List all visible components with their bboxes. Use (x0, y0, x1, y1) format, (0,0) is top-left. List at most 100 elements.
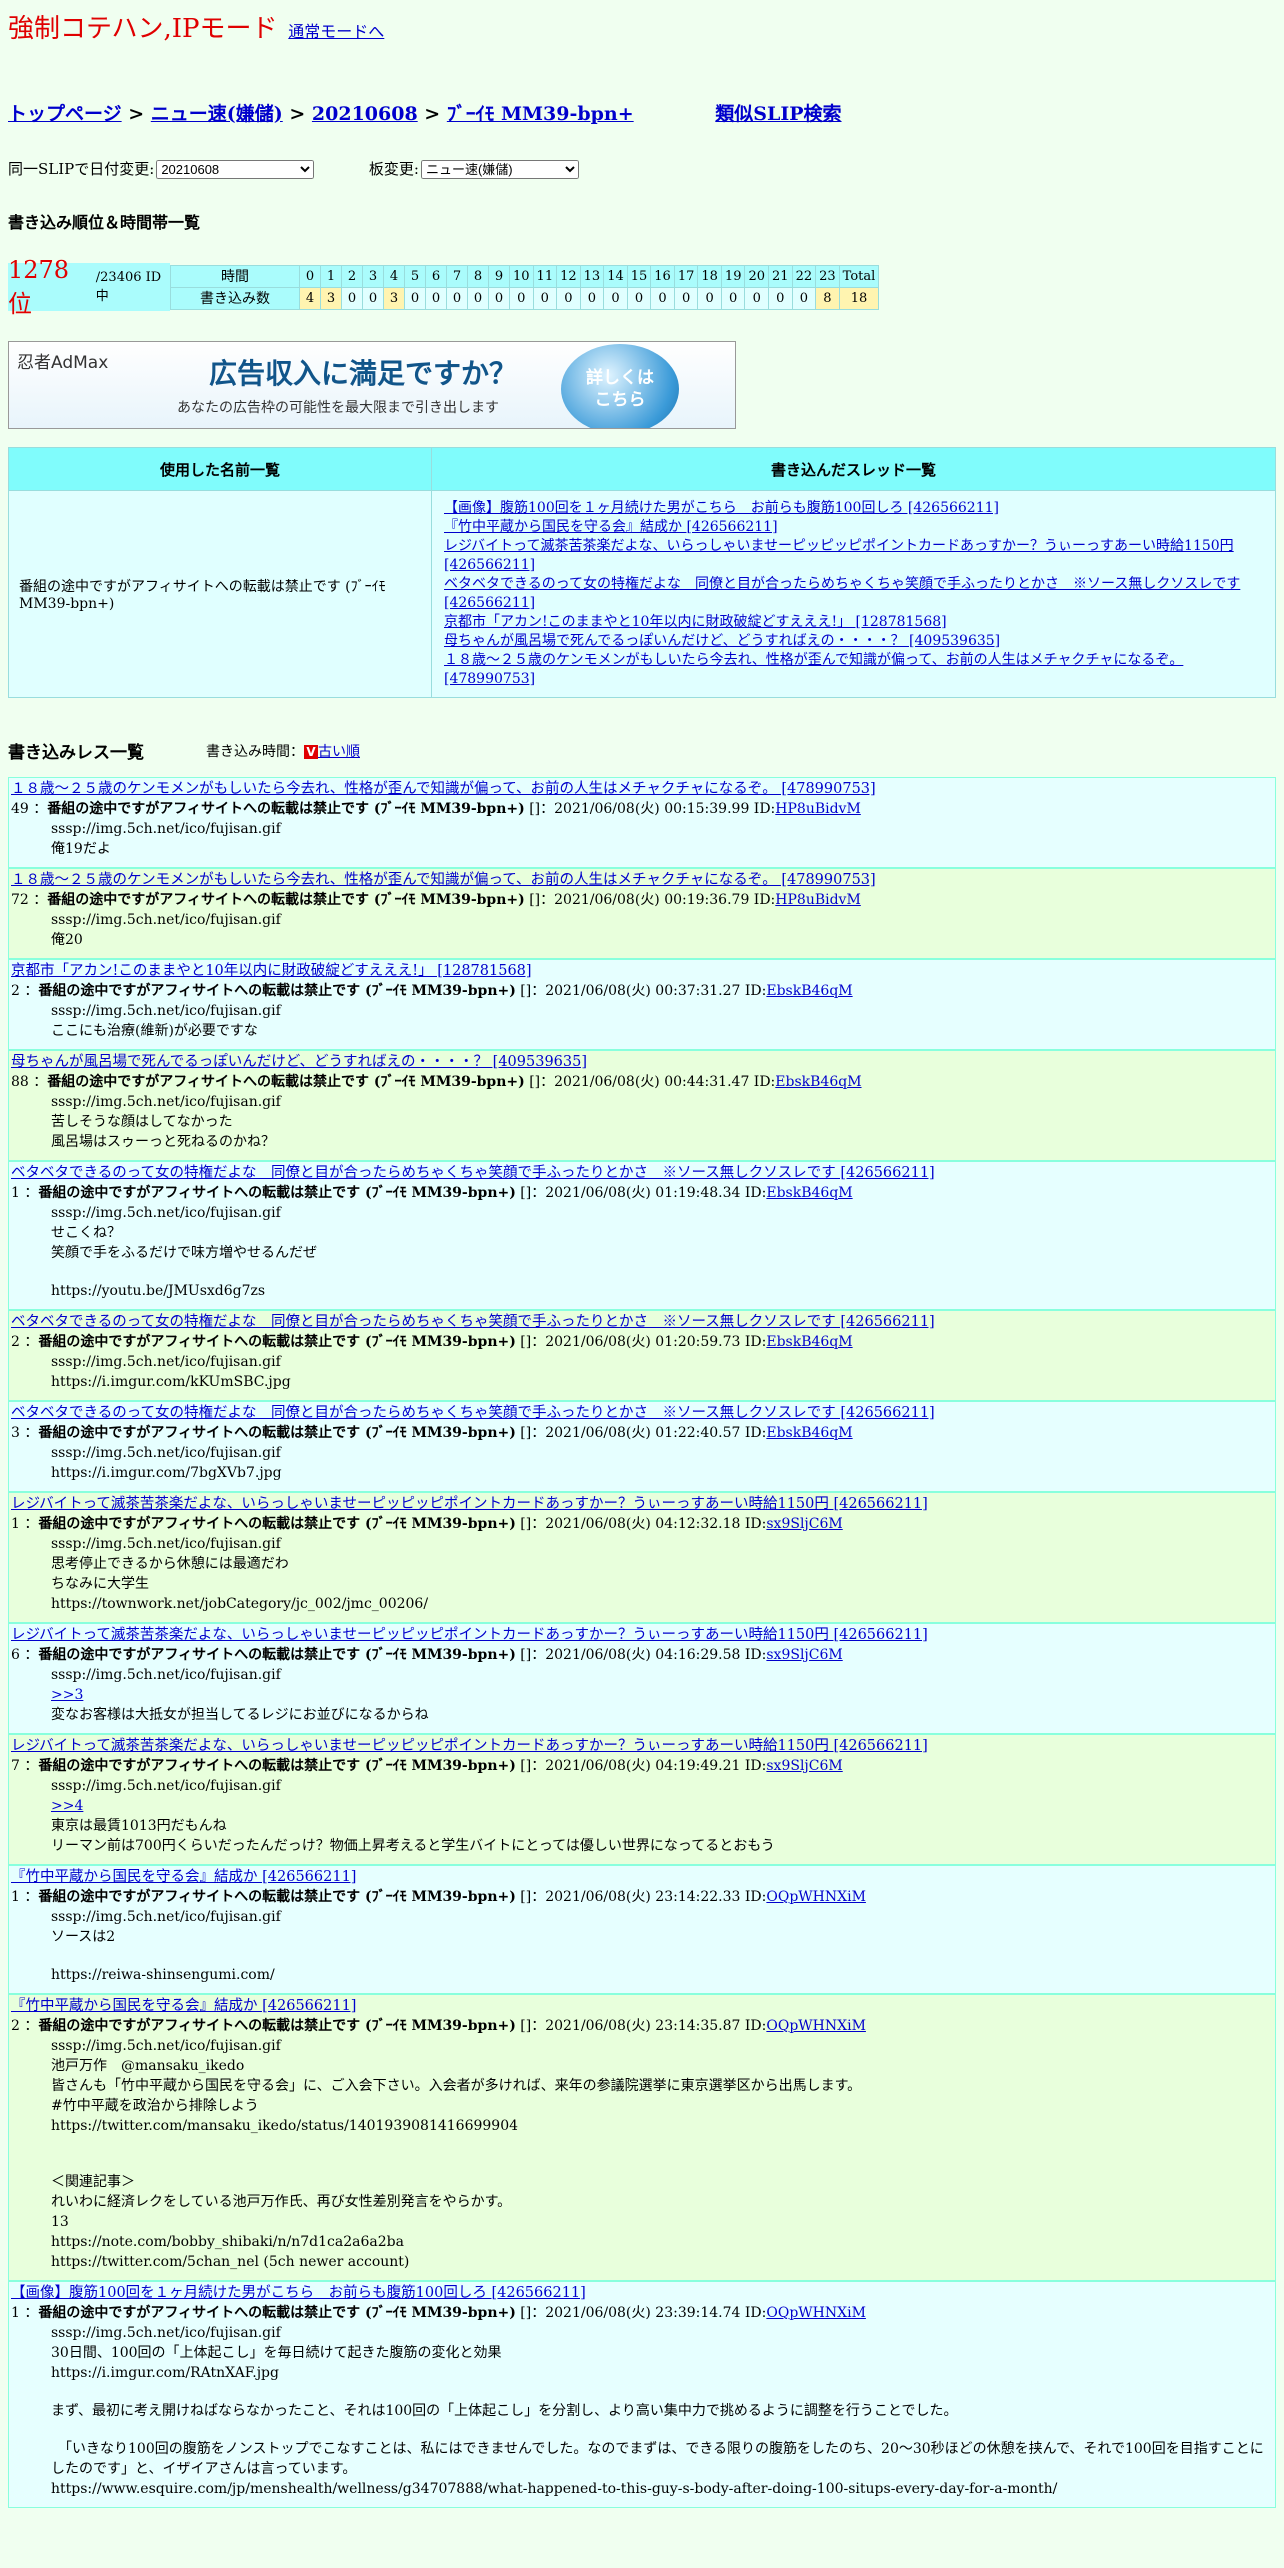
post-line: 皆さんも「竹中平蔵から国民を守る会」に、ご入会下さい。入会者が多ければ、来年の参… (51, 2078, 862, 2094)
post: レジバイトって滅茶苦茶楽だよな、いらっしゃいませーピッピッピポイントカードあっす… (8, 1492, 1276, 1623)
post-number: 2 ： (11, 1334, 39, 1350)
sort-control: 書き込み時間： V 古い順 (206, 743, 360, 760)
post: ベタベタできるのって女の特権だよな 同僚と目が合ったらめちゃくちゃ笑顔で手ふった… (8, 1310, 1276, 1401)
post-id-link[interactable]: EbskB46qM (775, 1074, 861, 1090)
post-number: 88 ： (11, 1074, 48, 1090)
similar-slip-search-link[interactable]: 類似SLIP検索 (715, 103, 841, 125)
reply-anchor[interactable]: >>3 (51, 1685, 1273, 1705)
time-label: 時間 (170, 264, 300, 288)
post-line: ＜関連記事＞ (51, 2174, 135, 2190)
hour-cell: 15 (626, 264, 652, 288)
breadcrumb-board[interactable]: ニュー速(嫌儲) (151, 103, 283, 125)
post-meta: 2 ：番組の途中ですがアフィサイトへの転載は禁止です (ﾌﾞｰｲﾓ MM39-b… (11, 981, 1273, 1001)
post: ベタベタできるのって女の特権だよな 同僚と目が合ったらめちゃくちゃ笑顔で手ふった… (8, 1401, 1276, 1492)
ad-banner[interactable]: 忍者AdMax 広告収入に満足ですか？ あなたの広告枠の可能性を最大限まで引き出… (8, 341, 736, 429)
count-cell: 0 (341, 286, 363, 310)
post-thread-link[interactable]: 『竹中平蔵から国民を守る会』結成か [426566211] (11, 1998, 356, 2014)
sort-oldest-link[interactable]: 古い順 (318, 744, 360, 760)
reslist-heading: 書き込みレス一覧 (8, 743, 144, 763)
reply-anchor[interactable]: >>4 (51, 1796, 1273, 1816)
thread-link[interactable]: ベタベタできるのって女の特権だよな 同僚と目が合ったらめちゃくちゃ笑顔で手ふった… (444, 576, 1240, 611)
hour-cell: 20 (744, 264, 770, 288)
post-thread-link[interactable]: ベタベタできるのって女の特権だよな 同僚と目が合ったらめちゃくちゃ笑顔で手ふった… (11, 1314, 935, 1330)
post-name: 番組の途中ですがアフィサイトへの転載は禁止です (ﾌﾞｰｲﾓ MM39-bpn+… (38, 1647, 516, 1663)
post-id-link[interactable]: OQpWHNXiM (766, 1889, 866, 1905)
post-thread-link[interactable]: １８歳〜２５歳のケンモメンがもしいたら今去れ、性格が歪んで知識が偏って、お前の人… (11, 872, 876, 888)
post-id-link[interactable]: sx9SljC6M (766, 1516, 842, 1532)
post-meta: 3 ：番組の途中ですがアフィサイトへの転載は禁止です (ﾌﾞｰｲﾓ MM39-b… (11, 1423, 1273, 1443)
breadcrumb-date[interactable]: 20210608 (312, 103, 418, 125)
board-select[interactable]: ニュー速(嫌儲) (420, 160, 579, 179)
post-thread-link[interactable]: レジバイトって滅茶苦茶楽だよな、いらっしゃいませーピッピッピポイントカードあっす… (11, 1738, 928, 1754)
post-line: sssp://img.5ch.net/ico/fujisan.gif (51, 2325, 281, 2341)
post-thread-link[interactable]: 【画像】腹筋100回を１ヶ月続けた男がこちら お前らも腹筋100回しろ [426… (11, 2285, 586, 2301)
breadcrumb-slip[interactable]: ﾌﾞｰｲﾓ MM39-bpn+ (447, 103, 634, 125)
post-id-link[interactable]: HP8uBidvM (775, 801, 861, 817)
post: 【画像】腹筋100回を１ヶ月続けた男がこちら お前らも腹筋100回しろ [426… (8, 2281, 1276, 2508)
post-id-link[interactable]: EbskB46qM (766, 983, 852, 999)
post-thread-link[interactable]: 京都市「アカン!このままやと10年以内に財政破綻どすえええ!」 [1287815… (11, 963, 532, 979)
post-id-link[interactable]: EbskB46qM (766, 1334, 852, 1350)
count-cell: 0 (626, 286, 652, 310)
post-list: １８歳〜２５歳のケンモメンがもしいたら今去れ、性格が歪んで知識が偏って、お前の人… (8, 777, 1276, 2508)
post-name: 番組の途中ですがアフィサイトへの転載は禁止です (ﾌﾞｰｲﾓ MM39-bpn+… (38, 1758, 516, 1774)
post-thread-link[interactable]: ベタベタできるのって女の特権だよな 同僚と目が合ったらめちゃくちゃ笑顔で手ふった… (11, 1405, 935, 1421)
hour-cell: 10 (509, 264, 534, 288)
normal-mode-link[interactable]: 通常モードへ (288, 22, 384, 41)
count-cell: 0 (556, 286, 581, 310)
post-line: sssp://img.5ch.net/ico/fujisan.gif (51, 1205, 281, 1221)
count-cell: 0 (603, 286, 628, 310)
post-line: sssp://img.5ch.net/ico/fujisan.gif (51, 1778, 281, 1794)
thread-link[interactable]: 『竹中平蔵から国民を守る会』結成か [426566211] (444, 519, 778, 535)
names-column-header: 使用した名前一覧 (8, 447, 432, 491)
count-cell: 0 (446, 286, 468, 310)
count-cell: 4 (299, 286, 321, 310)
count-cell: 3 (320, 286, 342, 310)
hour-cell: 1 (320, 264, 342, 288)
ad-details-button[interactable]: 詳しくは こちら (561, 344, 679, 428)
thread-link[interactable]: 京都市「アカン!このままやと10年以内に財政破綻どすえええ!」 [1287815… (444, 614, 947, 630)
post-line: sssp://img.5ch.net/ico/fujisan.gif (51, 1445, 281, 1461)
thread-link[interactable]: 【画像】腹筋100回を１ヶ月続けた男がこちら お前らも腹筋100回しろ [426… (444, 500, 999, 516)
threads-column-header: 書き込んだスレッド一覧 (431, 447, 1276, 491)
post-thread-link[interactable]: レジバイトって滅茶苦茶楽だよな、いらっしゃいませーピッピッピポイントカードあっす… (11, 1627, 928, 1643)
date-select[interactable]: 20210608 (156, 160, 315, 179)
post-thread-link[interactable]: レジバイトって滅茶苦茶楽だよな、いらっしゃいませーピッピッピポイントカードあっす… (11, 1496, 928, 1512)
post-line: https://youtu.be/JMUsxd6g7zs (51, 1283, 266, 1299)
post-body: sssp://img.5ch.net/ico/fujisan.gif ソースは2 h… (11, 1907, 1273, 1985)
board-change-label: 板変更: (368, 160, 419, 178)
post-datetime: []：2021/06/08(火) 01:19:48.34 ID: (515, 1185, 767, 1201)
post-name: 番組の途中ですがアフィサイトへの転載は禁止です (ﾌﾞｰｲﾓ MM39-bpn+… (38, 2305, 516, 2321)
thread-link[interactable]: レジバイトって滅茶苦茶楽だよな、いらっしゃいませーピッピッピポイントカードあっす… (444, 538, 1234, 573)
post-line: sssp://img.5ch.net/ico/fujisan.gif (51, 1909, 281, 1925)
breadcrumb-sep: > (417, 103, 447, 125)
post-id-link[interactable]: OQpWHNXiM (766, 2305, 866, 2321)
post-id-link[interactable]: EbskB46qM (766, 1425, 852, 1441)
post-meta: 49 ：番組の途中ですがアフィサイトへの転載は禁止です (ﾌﾞｰｲﾓ MM39-… (11, 799, 1273, 819)
post-meta: 72 ：番組の途中ですがアフィサイトへの転載は禁止です (ﾌﾞｰｲﾓ MM39-… (11, 890, 1273, 910)
post-id-link[interactable]: HP8uBidvM (775, 892, 861, 908)
post-thread-link[interactable]: 『竹中平蔵から国民を守る会』結成か [426566211] (11, 1869, 356, 1885)
post-datetime: []：2021/06/08(火) 23:14:35.87 ID: (515, 2018, 767, 2034)
post-number: 49 ： (11, 801, 48, 817)
count-label: 書き込み数 (170, 286, 300, 310)
thread-link[interactable]: １８歳〜２５歳のケンモメンがもしいたら今去れ、性格が歪んで知識が偏って、お前の人… (444, 652, 1183, 687)
count-cell: 0 (509, 286, 534, 310)
thread-link[interactable]: 母ちゃんが風呂場で死んでるっぽいんだけど、どうすればえの・・・・？ [40953… (444, 633, 1000, 649)
post-thread-link[interactable]: ベタベタできるのって女の特権だよな 同僚と目が合ったらめちゃくちゃ笑顔で手ふった… (11, 1165, 935, 1181)
hour-cell: 3 (362, 264, 384, 288)
count-cell: 0 (532, 286, 558, 310)
post-line: #竹中平蔵を政治から排除しよう (51, 2098, 259, 2114)
hour-cell: 12 (556, 264, 581, 288)
post-thread-link[interactable]: 母ちゃんが風呂場で死んでるっぽいんだけど、どうすればえの・・・・？ [40953… (11, 1054, 587, 1070)
post-line: https://note.com/bobby_shibaki/n/n7d1ca2… (51, 2234, 404, 2250)
breadcrumb-top[interactable]: トップページ (8, 103, 122, 125)
post-id-link[interactable]: OQpWHNXiM (766, 2018, 866, 2034)
post-id-link[interactable]: EbskB46qM (766, 1185, 852, 1201)
post-thread-link[interactable]: １８歳〜２５歳のケンモメンがもしいたら今去れ、性格が歪んで知識が偏って、お前の人… (11, 781, 876, 797)
post-body: sssp://img.5ch.net/ico/fujisan.gif 池戸万作 @… (11, 2036, 1273, 2272)
hour-cell: 19 (720, 264, 746, 288)
ad-details-label: 詳しくは こちら (586, 368, 654, 410)
post-id-link[interactable]: sx9SljC6M (766, 1647, 842, 1663)
post-id-link[interactable]: sx9SljC6M (766, 1758, 842, 1774)
